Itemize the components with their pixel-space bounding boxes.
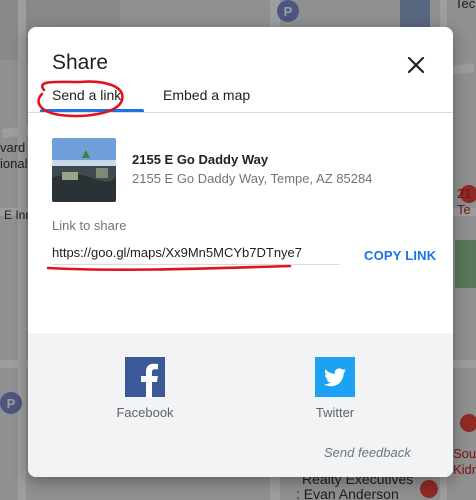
dialog-title: Share <box>52 51 109 74</box>
place-address: 2155 E Go Daddy Way, Tempe, AZ 85284 <box>132 171 373 186</box>
facebook-label: Facebook <box>116 405 174 420</box>
twitter-label: Twitter <box>315 405 355 420</box>
share-link-input[interactable] <box>52 240 340 265</box>
facebook-button[interactable] <box>125 357 165 397</box>
tab-send-a-link[interactable]: Send a link <box>52 87 121 103</box>
facebook-icon <box>125 357 165 397</box>
link-label: Link to share <box>52 218 127 233</box>
place-name: 2155 E Go Daddy Way <box>132 152 269 167</box>
share-dialog: Share Send a link Embed a map 2155 E Go … <box>28 27 453 477</box>
close-icon <box>407 56 425 74</box>
send-feedback-link[interactable]: Send feedback <box>324 445 411 460</box>
close-button[interactable] <box>404 53 428 77</box>
twitter-icon <box>315 357 355 397</box>
place-thumbnail <box>52 138 116 202</box>
twitter-button[interactable] <box>315 357 355 397</box>
tab-embed-a-map[interactable]: Embed a map <box>163 87 250 103</box>
social-share-panel: Facebook Twitter Send feedback <box>28 333 453 477</box>
copy-link-button[interactable]: COPY LINK <box>364 248 436 263</box>
tabs-divider <box>28 112 453 113</box>
